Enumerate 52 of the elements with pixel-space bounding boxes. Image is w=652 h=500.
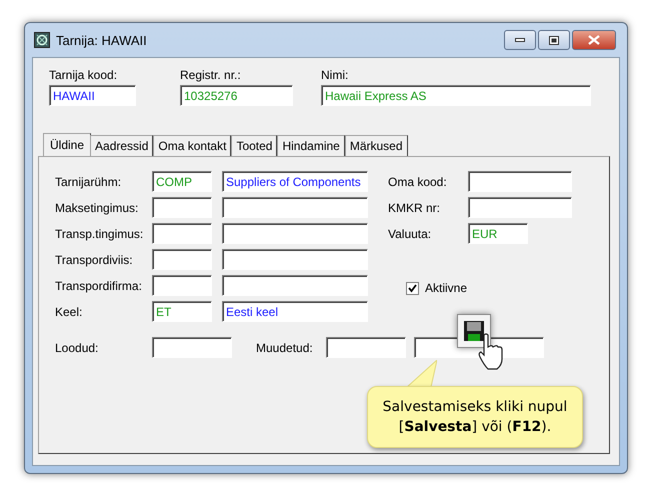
input-field[interactable] bbox=[222, 249, 368, 270]
input-field[interactable]: HAWAII bbox=[49, 85, 136, 106]
input-field[interactable] bbox=[152, 223, 212, 244]
input-field[interactable] bbox=[152, 197, 212, 218]
field-label: Muudetud: bbox=[256, 340, 314, 354]
input-field[interactable] bbox=[222, 223, 368, 244]
tab[interactable]: Tooted bbox=[231, 135, 278, 156]
checkbox-label: Aktiivne bbox=[425, 281, 468, 295]
field-label: Keel: bbox=[55, 304, 84, 319]
input-field[interactable] bbox=[152, 337, 232, 358]
restore-icon bbox=[549, 36, 559, 44]
maximize-button[interactable] bbox=[538, 30, 570, 50]
app-icon bbox=[34, 32, 50, 48]
window-title: Tarnija: HAWAII bbox=[56, 32, 148, 48]
input-field[interactable] bbox=[468, 197, 572, 218]
input-field[interactable] bbox=[326, 337, 406, 358]
input-field[interactable]: Eesti keel bbox=[222, 301, 368, 322]
field-label: Tarnijarühm: bbox=[55, 174, 122, 189]
input-field[interactable] bbox=[152, 249, 212, 270]
input-field[interactable]: 10325276 bbox=[180, 85, 293, 106]
input-field[interactable]: Suppliers of Components bbox=[222, 171, 368, 192]
tab[interactable]: Üldine bbox=[43, 133, 92, 157]
input-field[interactable] bbox=[222, 197, 368, 218]
field-label: Tarnija kood: bbox=[49, 68, 118, 82]
minimize-icon bbox=[515, 38, 525, 42]
field-label: Oma kood: bbox=[388, 174, 448, 189]
input-field[interactable]: Hawaii Express AS bbox=[321, 85, 591, 106]
checkbox[interactable] bbox=[406, 282, 419, 294]
field-label: Registr. nr.: bbox=[180, 68, 242, 82]
input-field[interactable] bbox=[222, 275, 368, 296]
close-button[interactable] bbox=[572, 30, 616, 50]
field-label: Maksetingimus: bbox=[55, 200, 140, 215]
close-icon bbox=[588, 35, 600, 45]
tooltip-text: Salvestamiseks kliki nupul [Salvesta] või (F12). bbox=[382, 398, 568, 437]
tab[interactable]: Aadressid bbox=[90, 135, 154, 156]
field-label: Valuuta: bbox=[388, 226, 432, 241]
field-label: KMKR nr: bbox=[388, 200, 442, 215]
field-label: Transpordifirma: bbox=[55, 278, 143, 293]
input-field[interactable] bbox=[152, 275, 212, 296]
input-field[interactable]: EUR bbox=[468, 223, 528, 244]
save-button[interactable] bbox=[457, 314, 491, 348]
tab[interactable]: Oma kontakt bbox=[153, 135, 232, 156]
tab[interactable]: Märkused bbox=[344, 135, 408, 156]
input-field[interactable] bbox=[468, 171, 572, 192]
field-label: Transp.tingimus: bbox=[55, 226, 144, 241]
input-field[interactable]: COMP bbox=[152, 171, 212, 192]
minimize-button[interactable] bbox=[504, 30, 536, 50]
input-field[interactable]: ET bbox=[152, 301, 212, 322]
field-label: Nimi: bbox=[321, 68, 350, 82]
field-label: Loodud: bbox=[55, 340, 100, 354]
tab[interactable]: Hindamine bbox=[277, 135, 345, 156]
field-label: Transpordiviis: bbox=[55, 252, 134, 267]
